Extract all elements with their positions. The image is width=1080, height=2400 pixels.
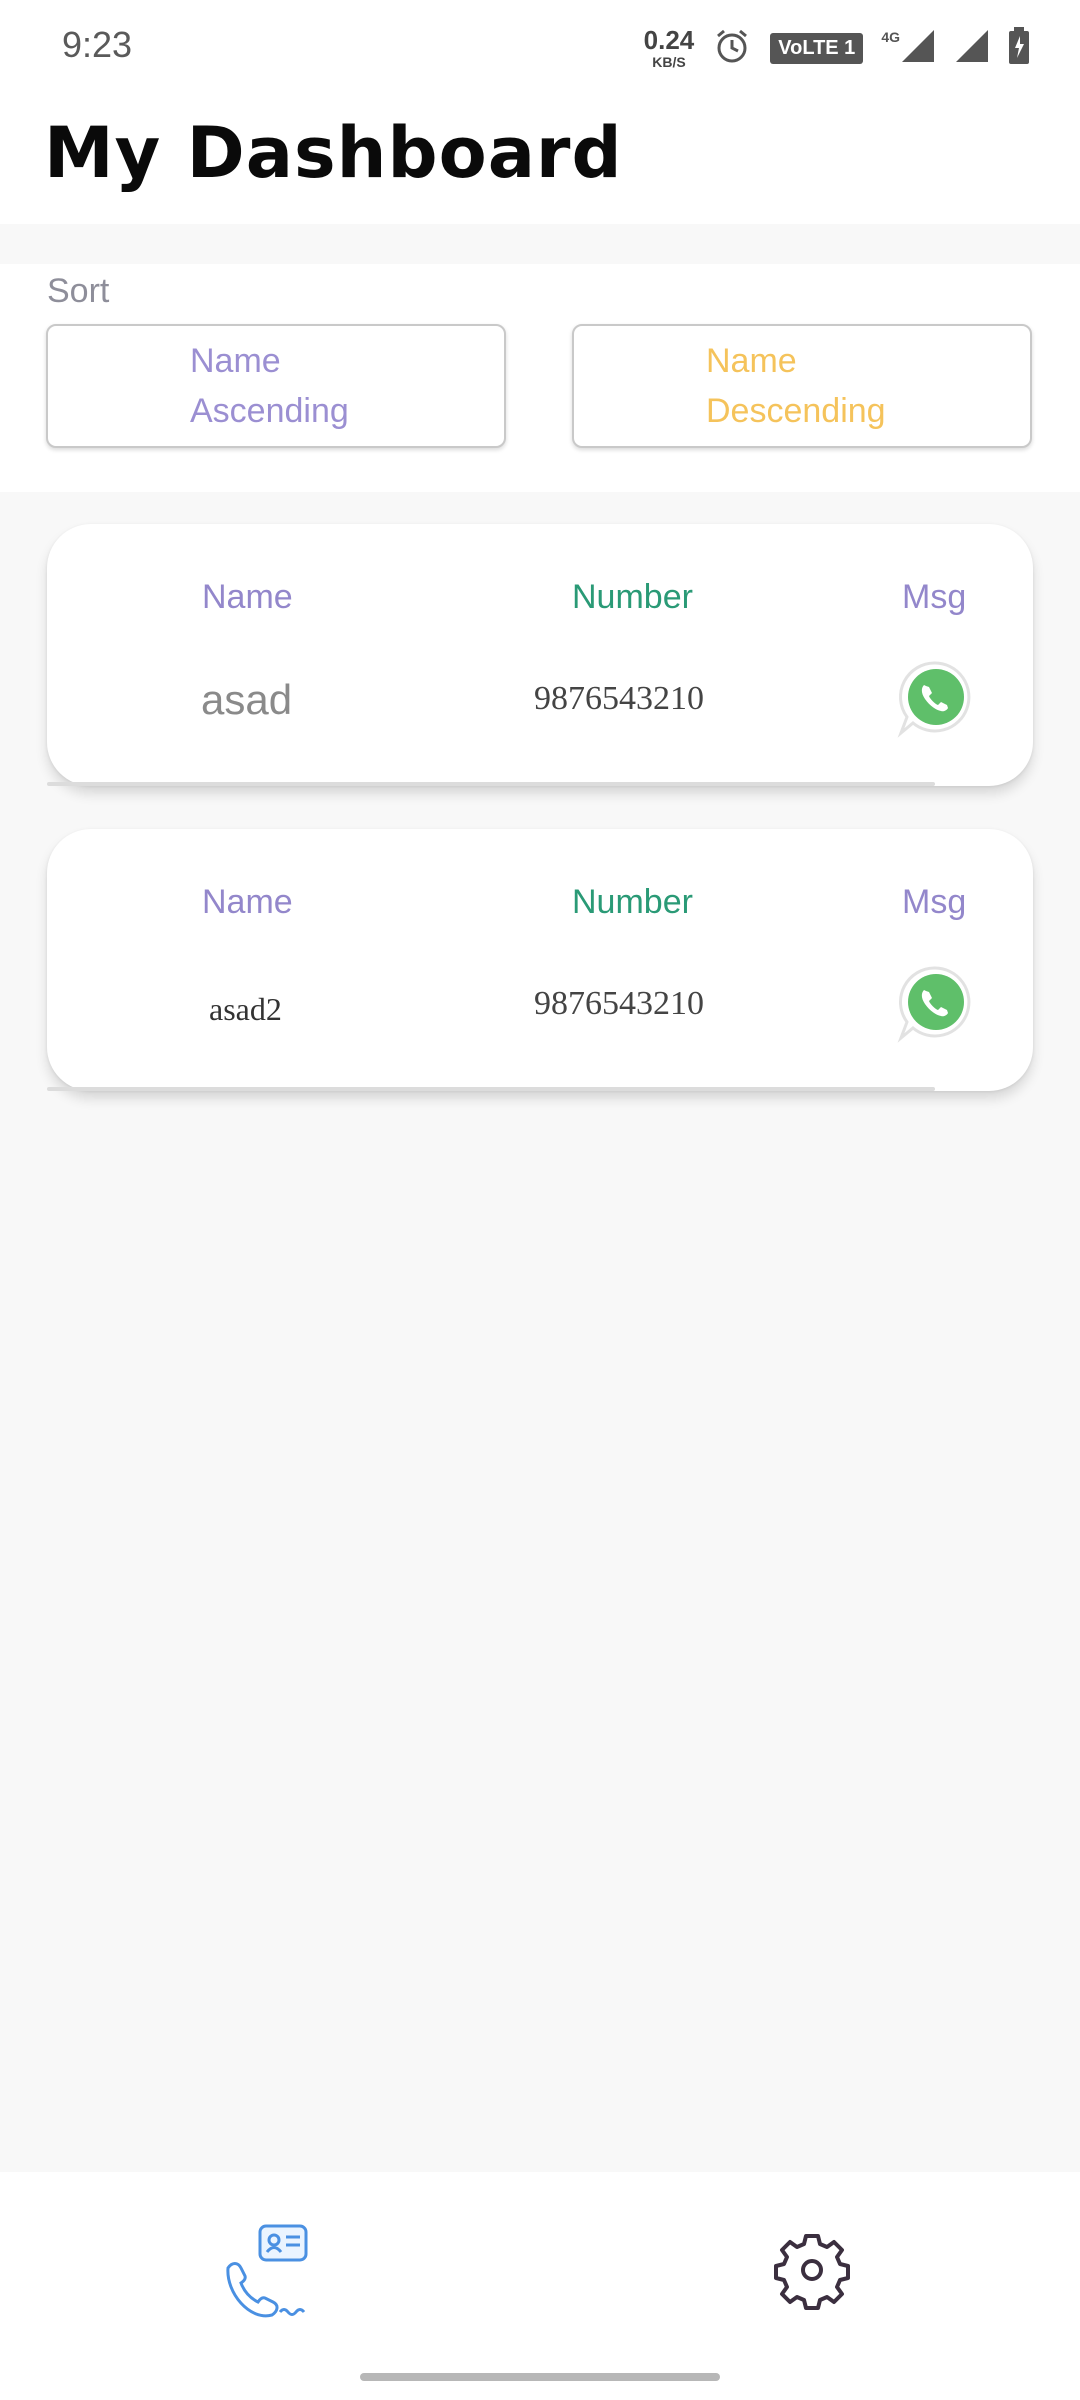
contact-name: asad [201, 676, 293, 723]
app-header: My Dashboard [0, 92, 1080, 224]
status-bar: 9:23 0.24 KB/S VoLTE 1 4G [0, 0, 1080, 92]
contacts-call-icon[interactable] [220, 2220, 320, 2320]
home-indicator[interactable] [360, 2373, 720, 2381]
card-underline [47, 1087, 935, 1091]
sort-section: Sort Name Ascending Name Descending [0, 264, 1080, 492]
status-icons: 0.24 KB/S VoLTE 1 4G [644, 20, 1030, 76]
sort-label: Sort [47, 272, 110, 310]
column-header-number: Number [572, 883, 693, 921]
column-header-msg: Msg [902, 883, 967, 921]
volte-badge: VoLTE 1 [770, 32, 864, 64]
column-header-number: Number [572, 578, 693, 616]
bottom-navigation [0, 2172, 1080, 2400]
whatsapp-icon[interactable] [893, 962, 977, 1046]
card-underline [47, 782, 935, 786]
sort-name-ascending-button[interactable]: Name Ascending [46, 324, 506, 448]
alarm-icon [712, 26, 752, 70]
sort-descending-line1: Name [706, 342, 797, 380]
contact-card: Name Number Msg asad 9876543210 [47, 524, 1033, 786]
contact-number: 9876543210 [534, 680, 704, 717]
page-title: My Dashboard [44, 112, 623, 194]
network-speed-unit: KB/S [652, 54, 686, 70]
gear-icon[interactable] [762, 2220, 862, 2320]
contact-card: Name Number Msg asad2 9876543210 [47, 829, 1033, 1091]
contact-number: 9876543210 [534, 985, 704, 1022]
column-header-name: Name [202, 883, 293, 921]
sort-name-descending-button[interactable]: Name Descending [572, 324, 1032, 448]
column-header-msg: Msg [902, 578, 967, 616]
battery-icon [1008, 27, 1030, 69]
status-time: 9:23 [62, 24, 133, 65]
contact-name: asad2 [209, 991, 282, 1027]
network-speed: 0.24 KB/S [644, 27, 695, 69]
whatsapp-icon[interactable] [893, 657, 977, 741]
network-type: 4G [881, 29, 900, 45]
column-header-name: Name [202, 578, 293, 616]
sort-descending-line2: Descending [706, 392, 886, 430]
network-speed-value: 0.24 [643, 25, 695, 55]
sort-ascending-line2: Ascending [190, 392, 349, 430]
sort-ascending-line1: Name [190, 342, 281, 380]
signal-icon-2 [954, 28, 990, 68]
signal-icon [900, 28, 936, 68]
